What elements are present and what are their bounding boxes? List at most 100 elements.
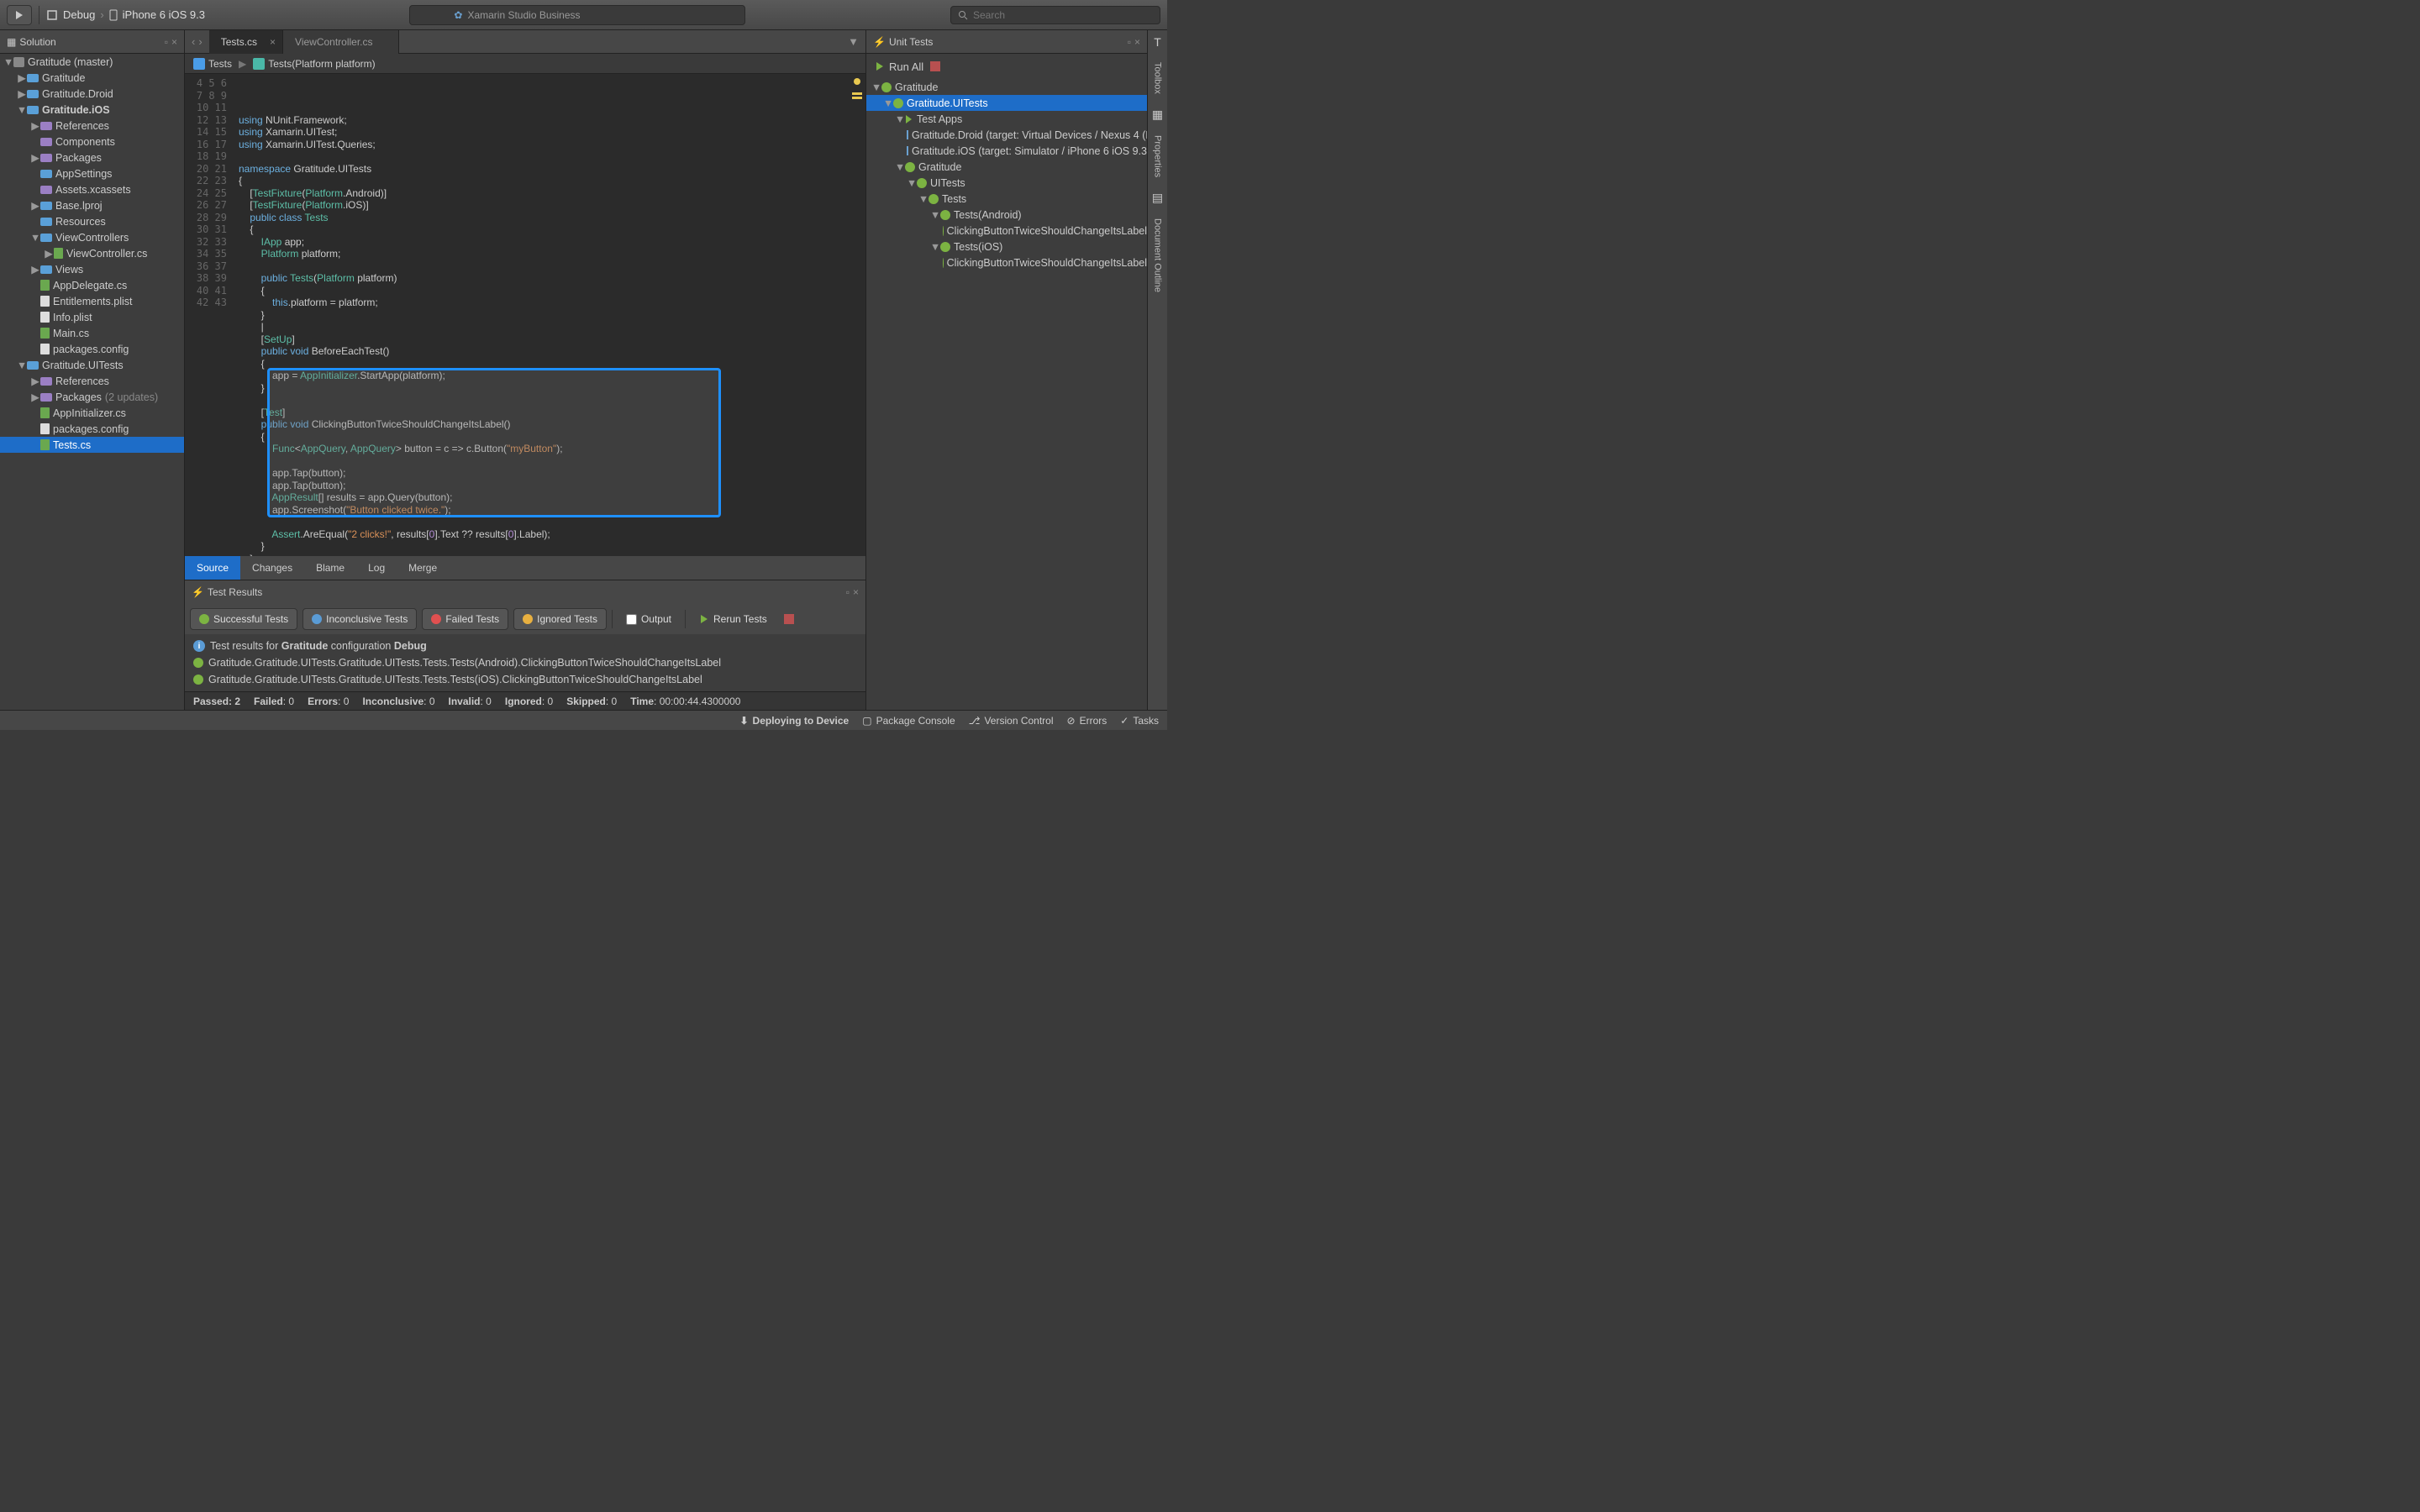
summary-item: Errors: 0 <box>308 696 349 707</box>
solution-header: ▦Solution ▫ × <box>0 30 184 54</box>
test-filter-button[interactable]: Inconclusive Tests <box>302 608 417 630</box>
tree-item[interactable]: AppSettings <box>0 165 184 181</box>
status-pill: ✿ Xamarin Studio Business <box>409 5 745 25</box>
tree-item[interactable]: ▶Packages(2 updates) <box>0 389 184 405</box>
sidestrip-icon[interactable]: T <box>1154 35 1161 49</box>
tree-item[interactable]: Entitlements.plist <box>0 293 184 309</box>
unit-test-item[interactable]: ▼Test Apps <box>866 111 1147 127</box>
nav-back-icon[interactable]: ‹ <box>192 35 195 48</box>
change-markers <box>852 92 862 101</box>
unit-test-item[interactable]: ▼Tests <box>866 191 1147 207</box>
statusbar-item[interactable]: ⬇Deploying to Device <box>739 715 849 727</box>
test-filter-button[interactable]: Successful Tests <box>190 608 297 630</box>
tree-item[interactable]: Info.plist <box>0 309 184 325</box>
unit-test-item[interactable]: Gratitude.Droid (target: Virtual Devices… <box>866 127 1147 143</box>
run-all-button[interactable]: Run All <box>875 60 923 73</box>
source-tab[interactable]: Merge <box>397 556 449 580</box>
unit-tests-header: ⚡Unit Tests ▫ × <box>866 30 1147 54</box>
run-button[interactable] <box>7 5 32 25</box>
source-tab[interactable]: Log <box>356 556 397 580</box>
code-editor[interactable]: 4 5 6 7 8 9 10 11 12 13 14 15 16 17 18 1… <box>185 74 865 556</box>
err-icon: ⊘ <box>1067 715 1076 727</box>
sidestrip-label[interactable]: Properties <box>1153 130 1163 182</box>
tree-item[interactable]: Assets.xcassets <box>0 181 184 197</box>
tree-item[interactable]: ▶Packages <box>0 150 184 165</box>
statusbar-item[interactable]: ⎇Version Control <box>969 715 1054 727</box>
tree-item[interactable]: AppDelegate.cs <box>0 277 184 293</box>
test-result-line[interactable]: Gratitude.Gratitude.UITests.Gratitude.UI… <box>193 671 857 688</box>
unit-test-item[interactable]: ▼Gratitude <box>866 79 1147 95</box>
editor-tab[interactable]: ViewController.cs <box>283 30 398 54</box>
tree-item[interactable]: packages.config <box>0 421 184 437</box>
summary-item: Passed: 2 <box>193 696 240 707</box>
tree-item[interactable]: ▶Base.lproj <box>0 197 184 213</box>
breadcrumb[interactable]: Tests ▶ Tests(Platform platform) <box>185 54 865 74</box>
output-toggle[interactable]: Output <box>618 609 680 629</box>
rerun-button[interactable]: Rerun Tests <box>691 609 776 629</box>
panel-float-icon[interactable]: ▫ <box>165 36 168 48</box>
tree-item[interactable]: ▼Gratitude.UITests <box>0 357 184 373</box>
tree-item[interactable]: AppInitializer.cs <box>0 405 184 421</box>
unit-test-item[interactable]: ▼Tests(Android) <box>866 207 1147 223</box>
panel-close-icon[interactable]: × <box>853 586 859 598</box>
solution-root[interactable]: ▼Gratitude (master) <box>0 54 184 70</box>
device-label: iPhone 6 iOS 9.3 <box>123 8 205 21</box>
summary-item: Inconclusive: 0 <box>362 696 434 707</box>
statusbar-item[interactable]: ✓Tasks <box>1120 715 1159 727</box>
search-icon <box>958 10 968 20</box>
source-tab[interactable]: Source <box>185 556 240 580</box>
tree-item[interactable]: ▼ViewControllers <box>0 229 184 245</box>
tree-item[interactable]: ▶Gratitude.Droid <box>0 86 184 102</box>
right-sidestrip: T Toolbox ▦ Properties ▤ Document Outline <box>1147 30 1167 710</box>
tree-item[interactable]: packages.config <box>0 341 184 357</box>
tree-item[interactable]: ▶References <box>0 373 184 389</box>
unit-test-item[interactable]: ▼Gratitude <box>866 159 1147 175</box>
source-tab[interactable]: Changes <box>240 556 304 580</box>
test-result-line[interactable]: Gratitude.Gratitude.UITests.Gratitude.UI… <box>193 654 857 671</box>
stop-button[interactable] <box>930 61 940 71</box>
tree-item[interactable]: Resources <box>0 213 184 229</box>
unit-test-item[interactable]: ClickingButtonTwiceShouldChangeItsLabel <box>866 255 1147 270</box>
statusbar-item[interactable]: ⊘Errors <box>1067 715 1107 727</box>
run-all-label: Run All <box>889 60 923 73</box>
unit-test-item[interactable]: ▼UITests <box>866 175 1147 191</box>
tree-item[interactable]: ▶Gratitude <box>0 70 184 86</box>
solution-tree[interactable]: ▼Gratitude (master)▶Gratitude▶Gratitude.… <box>0 54 184 710</box>
panel-float-icon[interactable]: ▫ <box>1128 36 1131 48</box>
source-tab[interactable]: Blame <box>304 556 356 580</box>
sidestrip-icon[interactable]: ▦ <box>1152 108 1163 122</box>
tree-item[interactable]: Main.cs <box>0 325 184 341</box>
tree-item[interactable]: ▶ViewController.cs <box>0 245 184 261</box>
statusbar-item[interactable]: ▢Package Console <box>862 715 955 727</box>
panel-float-icon[interactable]: ▫ <box>846 586 850 598</box>
unit-test-item[interactable]: Gratitude.iOS (target: Simulator / iPhon… <box>866 143 1147 159</box>
tree-item[interactable]: Tests.cs <box>0 437 184 453</box>
panel-close-icon[interactable]: × <box>171 36 177 48</box>
output-checkbox[interactable] <box>626 614 637 625</box>
code-content[interactable]: using NUnit.Framework; using Xamarin.UIT… <box>234 74 865 556</box>
unit-test-item[interactable]: ▼Gratitude.UITests <box>866 95 1147 111</box>
sidestrip-label[interactable]: Toolbox <box>1153 57 1163 99</box>
stop-icon[interactable] <box>784 614 794 624</box>
tree-item[interactable]: ▼Gratitude.iOS <box>0 102 184 118</box>
search-input[interactable] <box>973 9 1153 21</box>
nav-forward-icon[interactable]: › <box>198 35 202 48</box>
tree-item[interactable]: ▶References <box>0 118 184 134</box>
search-box[interactable] <box>950 6 1160 24</box>
test-filter-button[interactable]: Ignored Tests <box>513 608 607 630</box>
unit-test-item[interactable]: ClickingButtonTwiceShouldChangeItsLabel <box>866 223 1147 239</box>
tree-item[interactable]: Components <box>0 134 184 150</box>
config-selector[interactable]: Debug › iPhone 6 iOS 9.3 <box>46 8 205 21</box>
close-icon[interactable]: × <box>270 36 276 48</box>
summary-item: Failed: 0 <box>254 696 294 707</box>
sidestrip-label[interactable]: Document Outline <box>1153 213 1163 297</box>
sidestrip-icon[interactable]: ▤ <box>1152 191 1163 205</box>
editor-tab[interactable]: Tests.cs× <box>209 30 283 54</box>
tree-item[interactable]: ▶Views <box>0 261 184 277</box>
warning-marker-icon[interactable] <box>854 78 860 85</box>
unit-tests-tree[interactable]: ▼Gratitude▼Gratitude.UITests▼Test AppsGr… <box>866 79 1147 710</box>
tabs-dropdown-icon[interactable]: ▼ <box>841 35 865 48</box>
unit-test-item[interactable]: ▼Tests(iOS) <box>866 239 1147 255</box>
panel-close-icon[interactable]: × <box>1134 36 1140 48</box>
test-filter-button[interactable]: Failed Tests <box>422 608 508 630</box>
